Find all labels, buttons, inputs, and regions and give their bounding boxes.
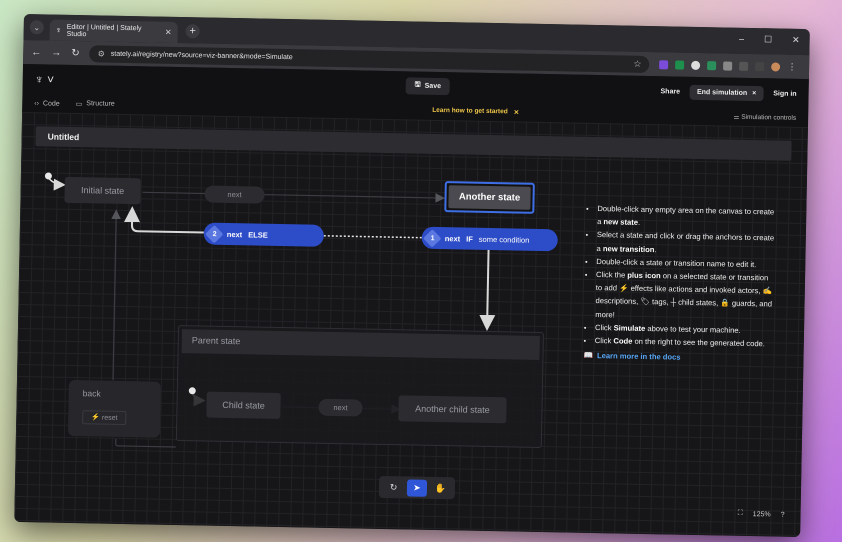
fullscreen-icon[interactable]: ⛶ bbox=[738, 510, 743, 518]
tab-structure-label: Structure bbox=[86, 100, 115, 108]
tab-close-icon[interactable]: ✕ bbox=[165, 28, 172, 37]
state-another-child[interactable]: Another child state bbox=[398, 395, 507, 424]
pointer-tool-icon[interactable]: ➤ bbox=[406, 478, 428, 497]
puzzle-icon[interactable] bbox=[739, 61, 749, 71]
transition-else[interactable]: 2 next ELSE bbox=[203, 222, 325, 247]
structure-icon: ▭ bbox=[75, 101, 83, 109]
initial-marker bbox=[44, 172, 52, 180]
tab-search-icon[interactable]: ⌄ bbox=[29, 20, 44, 35]
edge-next-top bbox=[142, 191, 445, 203]
state-child[interactable]: Child state bbox=[206, 391, 281, 419]
minimize-button[interactable]: – bbox=[739, 34, 744, 45]
stately-logo-icon[interactable]: ♆ ˅ bbox=[35, 72, 55, 86]
zoom-controls: ⛶ 125% ? bbox=[738, 510, 785, 519]
event-next-top[interactable]: next bbox=[204, 185, 265, 204]
learn-banner[interactable]: Learn how to get started ✕ bbox=[432, 107, 519, 117]
back-arrow-icon[interactable]: ← bbox=[31, 47, 41, 58]
zoom-level[interactable]: 125% bbox=[753, 511, 771, 518]
event-next-child[interactable]: next bbox=[318, 398, 363, 417]
edge-if bbox=[479, 248, 496, 331]
extension-icon[interactable] bbox=[675, 60, 685, 70]
url-text: stately.ai/registry/new?source=viz-banne… bbox=[110, 50, 293, 61]
sign-in-button[interactable]: Sign in bbox=[773, 90, 796, 97]
close-window-button[interactable]: ✕ bbox=[792, 35, 800, 46]
help-item: Click the plus icon on a selected state … bbox=[595, 268, 775, 324]
learn-banner-label: Learn how to get started bbox=[432, 106, 508, 116]
avatar[interactable] bbox=[771, 61, 781, 72]
help-panel: Double-click any empty area on the canva… bbox=[583, 202, 776, 366]
state-parent[interactable]: Parent state bbox=[175, 325, 544, 449]
stately-favicon-icon: ♆ bbox=[55, 25, 62, 35]
tab-code[interactable]: ‹› Code bbox=[34, 100, 60, 107]
simulation-controls-label: Simulation controls bbox=[741, 113, 797, 122]
state-parent-label: Parent state bbox=[181, 329, 540, 360]
share-button[interactable]: Share bbox=[660, 88, 680, 95]
end-simulation-label: End simulation bbox=[696, 88, 748, 97]
initial-arrow bbox=[48, 177, 66, 191]
edge-back bbox=[111, 209, 121, 380]
transition-guard: IF bbox=[466, 234, 473, 244]
browser-menu-icon[interactable]: ⋮ bbox=[787, 61, 796, 72]
maximize-button[interactable]: ☐ bbox=[764, 34, 772, 45]
header-actions: Share End simulation × Sign in bbox=[660, 84, 797, 102]
tab-structure[interactable]: ▭ Structure bbox=[76, 100, 115, 109]
transition-guard: ELSE bbox=[248, 229, 268, 240]
forward-arrow-icon[interactable]: → bbox=[51, 47, 61, 58]
close-icon: × bbox=[752, 89, 757, 97]
transition-number-badge: 2 bbox=[205, 224, 224, 243]
tab-title: Editor | Untitled | Stately Studio bbox=[66, 23, 142, 38]
transition-condition: some condition bbox=[478, 234, 530, 245]
save-label: Save bbox=[424, 82, 442, 91]
browser-window: ⌄ ♆ Editor | Untitled | Stately Studio ✕… bbox=[14, 14, 810, 537]
book-icon: 📖 bbox=[583, 351, 594, 361]
reload-icon[interactable]: ↻ bbox=[71, 47, 80, 58]
sidepanel-icon[interactable] bbox=[755, 61, 765, 71]
state-back[interactable]: back ⚡ reset bbox=[67, 379, 161, 438]
save-icon: 🖫 bbox=[414, 81, 421, 89]
help-item: Click Code on the right to see the gener… bbox=[595, 334, 774, 351]
extension-icon[interactable] bbox=[723, 60, 733, 71]
extensions-area: ⋮ bbox=[659, 59, 797, 73]
transition-event: next bbox=[444, 233, 461, 243]
extension-icon[interactable] bbox=[707, 60, 717, 70]
transition-number-badge: 1 bbox=[423, 228, 442, 248]
docs-link-label: Learn more in the docs bbox=[596, 351, 681, 362]
tab-code-label: Code bbox=[42, 99, 60, 108]
state-back-label: back bbox=[82, 388, 101, 399]
site-info-icon[interactable]: ⚙ bbox=[98, 49, 105, 58]
code-icon: ‹› bbox=[34, 99, 40, 107]
lightning-icon: ⚡ bbox=[91, 414, 102, 422]
state-another-label: Another state bbox=[448, 185, 531, 210]
edge-dotted bbox=[323, 235, 422, 239]
extension-icon[interactable] bbox=[691, 60, 701, 70]
canvas-toolbar: ↻ ➤ ✋ bbox=[378, 475, 456, 500]
save-button[interactable]: 🖫 Save bbox=[405, 77, 451, 96]
edge-else bbox=[124, 206, 204, 234]
hand-tool-icon[interactable]: ✋ bbox=[430, 479, 450, 496]
transition-if[interactable]: 1 next IF some condition bbox=[421, 226, 558, 252]
edge-reset bbox=[115, 438, 176, 448]
event-reset[interactable]: ⚡ reset bbox=[82, 410, 127, 426]
help-list: Double-click any empty area on the canva… bbox=[584, 202, 777, 351]
reset-view-icon[interactable]: ↻ bbox=[383, 478, 403, 495]
browser-tab[interactable]: ♆ Editor | Untitled | Stately Studio ✕ bbox=[49, 19, 178, 43]
canvas[interactable]: Untitled Initial state next Another stat… bbox=[14, 111, 808, 537]
help-icon[interactable]: ? bbox=[781, 511, 785, 518]
end-simulation-button[interactable]: End simulation × bbox=[689, 84, 764, 101]
transition-event: next bbox=[226, 229, 243, 239]
help-item: Double-click any empty area on the canva… bbox=[597, 202, 776, 232]
state-initial[interactable]: Initial state bbox=[64, 176, 141, 205]
state-another-active[interactable]: Another state bbox=[444, 181, 535, 214]
window-controls: – ☐ ✕ bbox=[739, 34, 800, 46]
simulation-controls-button[interactable]: ⚌ Simulation controls bbox=[734, 113, 797, 122]
new-tab-icon[interactable]: + bbox=[185, 24, 200, 39]
bookmark-star-icon[interactable]: ☆ bbox=[633, 58, 641, 69]
reset-label: reset bbox=[101, 414, 118, 422]
close-icon[interactable]: ✕ bbox=[514, 108, 520, 116]
extension-icon[interactable] bbox=[659, 59, 669, 69]
help-item: Select a state and click or drag the anc… bbox=[596, 228, 775, 258]
